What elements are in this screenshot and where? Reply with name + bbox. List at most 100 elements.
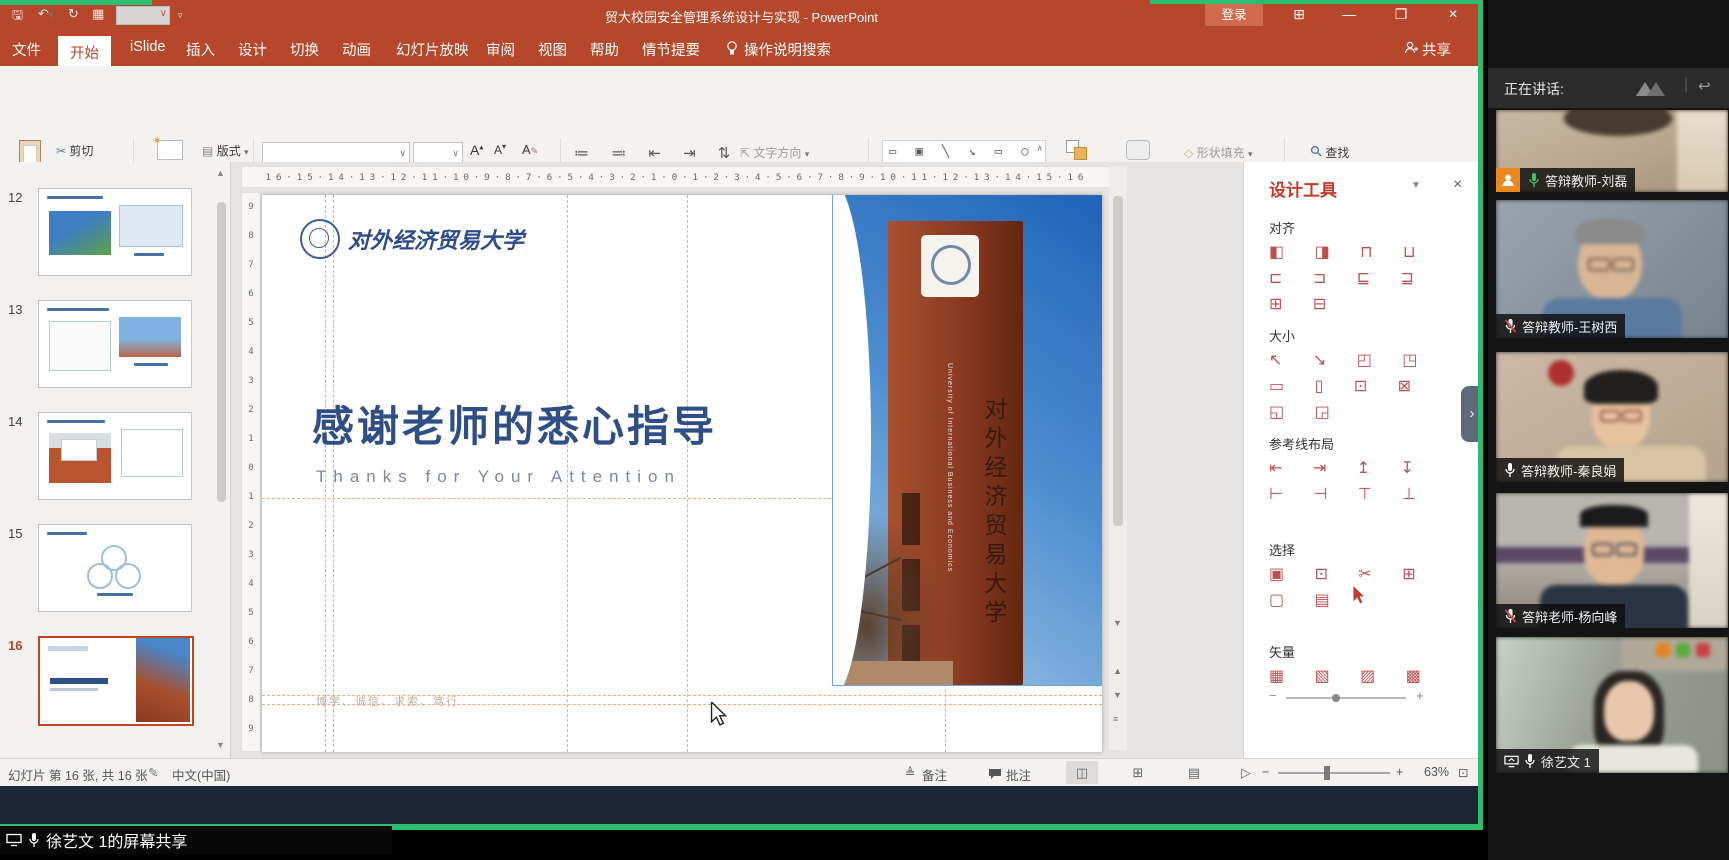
size-icons-row[interactable]: ▭ ▯ ⊡ ⊠ — [1269, 376, 1424, 396]
shape-fill-button[interactable]: ◇ 形状填充 ▾ — [1184, 144, 1252, 161]
thumb-number: 12 — [8, 190, 22, 205]
tab-islide[interactable]: iSlide — [130, 39, 165, 55]
powerpoint-window: 🖫 ↶▾ ↻ ▦ ∨ ▿ 贸大校园安全管理系统设计与实现 - PowerPoin… — [0, 0, 1483, 786]
quick-styles-icon — [1126, 140, 1150, 160]
scissors-icon: ✂ — [56, 144, 66, 158]
notes-button[interactable]: 备注 — [922, 765, 947, 784]
tab-help[interactable]: 帮助 — [590, 39, 619, 60]
normal-view-button[interactable]: ◫ — [1066, 761, 1098, 784]
select-icons-row[interactable]: ▢ ▤ — [1269, 590, 1343, 610]
slide-motto-text[interactable]: 博学、诚信、求索、笃行 — [316, 693, 459, 709]
thumb-art — [134, 363, 168, 366]
signin-button[interactable]: 登录 — [1205, 4, 1263, 26]
slider-minus-icon[interactable]: − — [1269, 688, 1277, 703]
fit-slide-icon[interactable]: ⊡ — [1458, 765, 1468, 780]
share-button[interactable]: 共享 — [1422, 39, 1451, 60]
thumb-number: 16 — [8, 638, 22, 653]
cut-button[interactable]: ✂ 剪切 — [56, 142, 93, 159]
tab-transitions[interactable]: 切换 — [290, 39, 319, 60]
align-icons-row[interactable]: ⊏ ⊐ ⊑ ⊒ — [1269, 268, 1427, 288]
slide-editor[interactable]: 对外经济贸易大学 感谢老师的悉心指导 Thanks for Your Atten… — [262, 195, 1102, 752]
participant-name: 答辩教师-刘磊 — [1545, 171, 1627, 190]
thumbnail-scrollbar[interactable] — [217, 202, 226, 502]
font-name-select[interactable]: ∨ — [262, 142, 410, 164]
tab-review[interactable]: 审阅 — [486, 39, 515, 60]
clear-format-button[interactable]: A✎ — [522, 142, 538, 157]
next-slide-icon[interactable]: ▼ — [1113, 690, 1122, 700]
red-cursor-icon[interactable] — [1352, 586, 1366, 604]
tab-storyboard[interactable]: 情节提要 — [642, 39, 700, 60]
zoom-out-icon[interactable]: − — [1262, 765, 1269, 779]
tab-file[interactable]: 文件 — [12, 39, 41, 60]
slide-thumbnail-14[interactable] — [38, 412, 192, 500]
scroll-up-icon[interactable]: ∧ — [1036, 143, 1043, 154]
slide-scrollbar[interactable]: ▼ ▲ ▼ ≡ — [1109, 166, 1127, 750]
participant-tile[interactable]: 答辩教师-王树西 — [1496, 200, 1728, 338]
ribbon-display-options-icon[interactable]: ⊞ — [1288, 6, 1310, 23]
text-direction-button[interactable]: ⇱ 文字方向 ▾ — [740, 144, 809, 161]
participant-tile[interactable]: 徐艺文 1 — [1496, 637, 1728, 773]
scrollbar-thumb[interactable] — [1113, 196, 1123, 526]
minimize-button[interactable]: — — [1338, 6, 1360, 22]
tell-me-search[interactable]: 操作说明搜索 — [744, 39, 831, 60]
zoom-in-icon[interactable]: + — [1396, 765, 1403, 779]
slide-thumbnail-16-selected[interactable] — [38, 636, 194, 726]
split-handle-icon[interactable]: ≡ — [1113, 714, 1118, 724]
tab-animations[interactable]: 动画 — [342, 39, 371, 60]
tower-photo[interactable]: University of International Business and… — [833, 195, 1102, 685]
screen-share-icon — [6, 833, 22, 847]
slider-handle[interactable] — [1332, 694, 1340, 702]
find-button[interactable]: 查找 — [1310, 144, 1349, 161]
align-icons-row[interactable]: ◧ ◨ ⊓ ⊔ — [1269, 242, 1429, 262]
size-icons-row[interactable]: ◱ ◲ — [1269, 402, 1343, 422]
zoom-level[interactable]: 63% — [1424, 765, 1449, 779]
close-button[interactable]: × — [1442, 6, 1464, 24]
reading-view-button[interactable]: ▤ — [1178, 761, 1210, 784]
tab-insert[interactable]: 插入 — [186, 39, 215, 60]
close-panel-icon[interactable]: × — [1453, 176, 1462, 194]
slide-thumbnail-12[interactable] — [38, 188, 192, 276]
chevron-down-icon[interactable]: ▼ — [1411, 180, 1421, 191]
video-art — [1676, 643, 1690, 657]
slideshow-view-button[interactable]: ▷ — [1230, 761, 1262, 784]
font-size-select[interactable]: ∨ — [413, 142, 463, 164]
tab-slideshow[interactable]: 幻灯片放映 — [396, 39, 469, 60]
scroll-up-icon[interactable]: ▲ — [216, 168, 225, 178]
thumb-art — [48, 646, 88, 651]
thumb-art — [47, 420, 105, 423]
select-icons-row[interactable]: ▣ ⊡ ✂ ⊞ — [1269, 564, 1429, 584]
back-arrow-icon[interactable]: ↩ — [1698, 77, 1711, 95]
thumb-art — [134, 253, 164, 256]
participant-tile[interactable]: 答辩老师-杨向峰 — [1496, 493, 1728, 628]
guides-icons-row[interactable]: ⇤ ⇥ ↥ ↧ — [1269, 458, 1427, 478]
guides-icons-row[interactable]: ⊢ ⊣ ⊤ ⊥ — [1269, 484, 1429, 504]
vector-slider-track[interactable] — [1286, 697, 1406, 699]
tab-view[interactable]: 视图 — [538, 39, 567, 60]
restore-button[interactable]: ❐ — [1390, 6, 1412, 23]
grow-font-button[interactable]: A▴ — [470, 142, 483, 158]
slide-subtitle-text[interactable]: Thanks for Your Attention — [316, 467, 681, 487]
slide-thumbnail-15[interactable] — [38, 524, 192, 612]
participant-tile[interactable]: 答辩教师-秦良娟 — [1496, 352, 1728, 482]
size-icons-row[interactable]: ↖ ↘ ◰ ◳ — [1269, 350, 1430, 370]
participant-tile[interactable]: 答辩教师-刘磊 — [1496, 110, 1728, 192]
shrink-font-button[interactable]: A▾ — [494, 142, 506, 157]
comments-button[interactable]: 批注 — [1006, 765, 1031, 784]
scroll-down-icon[interactable]: ▼ — [1113, 618, 1122, 628]
accessibility-check-icon[interactable]: ✎ — [148, 765, 158, 780]
vector-icons-row[interactable]: ▦ ▧ ▨ ▩ — [1269, 666, 1434, 686]
scroll-down-icon[interactable]: ▼ — [216, 740, 225, 750]
zoom-slider-track[interactable] — [1278, 772, 1390, 774]
align-icons-row[interactable]: ⊞ ⊟ — [1269, 294, 1339, 314]
slide-thumbnail-13[interactable] — [38, 300, 192, 388]
previous-slide-icon[interactable]: ▲ — [1113, 666, 1122, 676]
slider-plus-icon[interactable]: + — [1416, 688, 1424, 703]
shapes-row[interactable]: ▭ ▣ ╲ ↘ ▭ ○ — [889, 144, 1034, 158]
layout-button[interactable]: ▤ 版式 ▾ — [202, 142, 249, 159]
language-status[interactable]: 中文(中国) — [172, 765, 230, 784]
tab-design[interactable]: 设计 — [238, 39, 267, 60]
slide-sorter-view-button[interactable]: ⊞ — [1122, 761, 1154, 784]
slide-title-text[interactable]: 感谢老师的悉心指导 — [312, 393, 717, 454]
zoom-slider-handle[interactable] — [1324, 766, 1330, 780]
paragraph-icons-row1[interactable]: ≔ ≕ ⇤ ⇥ ⇅ — [574, 144, 739, 162]
